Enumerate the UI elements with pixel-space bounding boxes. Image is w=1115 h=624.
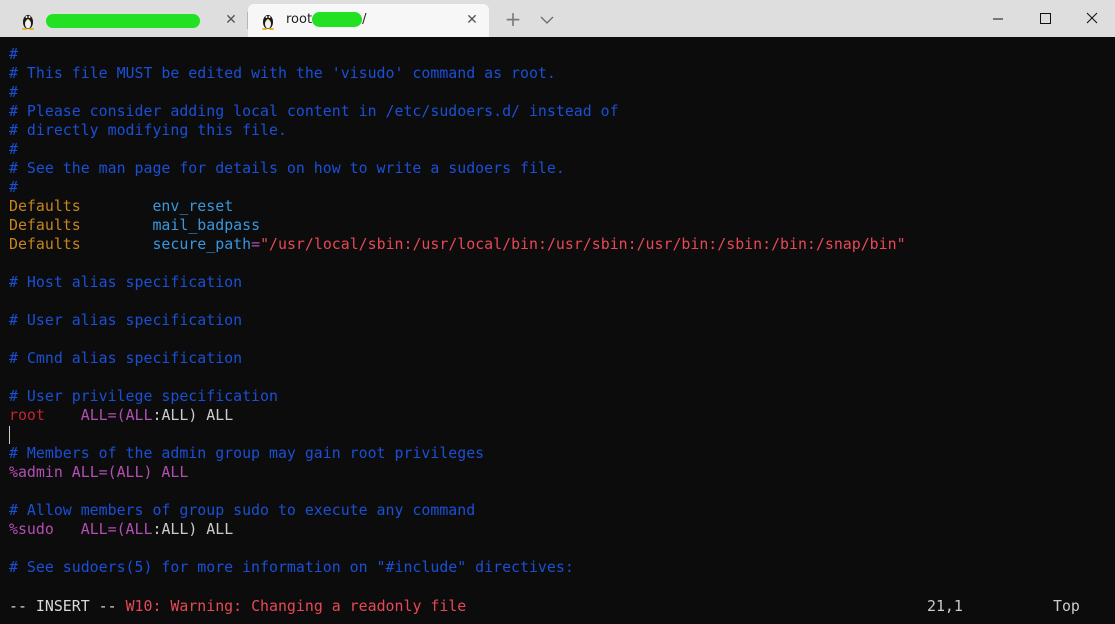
privilege-line-root: root ALL=(ALL:ALL) ALL xyxy=(9,406,233,425)
warning-message: W10: Warning: Changing a readonly file xyxy=(125,597,467,615)
defaults-line: Defaults env_reset xyxy=(9,197,233,216)
redacted-hostname xyxy=(312,12,363,27)
cursor-position: 21,1 xyxy=(927,597,963,615)
host-runas: ALL=(ALL xyxy=(80,520,153,538)
defaults-value: mail_badpass xyxy=(152,216,261,234)
file-line: # See the man page for details on how to… xyxy=(9,159,565,177)
privilege-line-admin: %admin ALL=(ALL) ALL xyxy=(9,463,188,482)
file-line: # xyxy=(9,178,18,196)
chevron-down-icon[interactable] xyxy=(537,9,557,31)
redacted-tab-title xyxy=(46,14,200,28)
defaults-line: Defaults mail_badpass xyxy=(9,216,260,235)
command-spec: ALL) ALL xyxy=(161,520,234,538)
file-line: # User privilege specification xyxy=(9,387,278,405)
scroll-position: Top xyxy=(1053,597,1080,615)
secure-path-string: "/usr/local/sbin:/usr/local/bin:/usr/sbi… xyxy=(260,235,906,253)
defaults-value: env_reset xyxy=(152,197,234,215)
user-name: root xyxy=(9,406,45,424)
defaults-keyword: Defaults xyxy=(9,197,81,215)
mode-indicator: -- INSERT -- xyxy=(9,597,117,615)
defaults-key: secure_path xyxy=(152,235,252,253)
group-name: %admin xyxy=(9,463,63,481)
close-icon[interactable] xyxy=(1069,0,1115,37)
linux-tux-icon xyxy=(22,15,34,30)
defaults-line: Defaults secure_path="/usr/local/sbin:/u… xyxy=(9,235,906,254)
host-runas: ALL=(ALL xyxy=(80,406,153,424)
host-runas: ALL=(ALL) ALL xyxy=(71,463,189,481)
defaults-keyword: Defaults xyxy=(9,235,81,253)
tab-2-active[interactable]: root / ✕ xyxy=(248,4,489,37)
file-line: # directly modifying this file. xyxy=(9,121,287,139)
file-line: # Please consider adding local content i… xyxy=(9,102,619,120)
terminal-window: ✕ root / ✕ + # # This file MUST be edite… xyxy=(0,0,1115,624)
linux-tux-icon xyxy=(262,15,274,30)
command-spec: ALL) ALL xyxy=(161,406,234,424)
tab-close-icon[interactable]: ✕ xyxy=(465,13,479,27)
file-line: # Members of the admin group may gain ro… xyxy=(9,444,485,462)
minimize-icon[interactable] xyxy=(975,0,1021,37)
file-line: # User alias specification xyxy=(9,311,243,329)
defaults-keyword: Defaults xyxy=(9,216,81,234)
tab-title: root / xyxy=(286,12,366,27)
file-line: # Allow members of group sudo to execute… xyxy=(9,501,476,519)
tab-title-suffix: / xyxy=(362,12,367,27)
maximize-icon[interactable] xyxy=(1022,0,1068,37)
text-cursor xyxy=(9,426,10,444)
privilege-line-sudo: %sudo ALL=(ALL:ALL) ALL xyxy=(9,520,233,539)
file-line: # This file MUST be edited with the 'vis… xyxy=(9,64,556,82)
tab-bar: ✕ root / ✕ + xyxy=(0,0,1115,37)
vim-status-line: -- INSERT -- W10: Warning: Changing a re… xyxy=(9,597,466,616)
equals-sign: = xyxy=(251,235,261,253)
terminal-area[interactable]: # # This file MUST be edited with the 'v… xyxy=(0,37,1115,624)
tab-close-icon[interactable]: ✕ xyxy=(224,13,238,27)
file-line: # Cmnd alias specification xyxy=(9,349,243,367)
file-line: # xyxy=(9,83,18,101)
file-line: # Host alias specification xyxy=(9,273,243,291)
file-line: # See sudoers(5) for more information on… xyxy=(9,558,574,576)
new-tab-button[interactable]: + xyxy=(502,9,524,31)
tab-title-prefix: root xyxy=(286,12,313,27)
file-line: # xyxy=(9,140,18,158)
group-name: %sudo xyxy=(9,520,54,538)
file-line: # xyxy=(9,45,18,63)
tab-1[interactable]: ✕ xyxy=(8,4,248,37)
